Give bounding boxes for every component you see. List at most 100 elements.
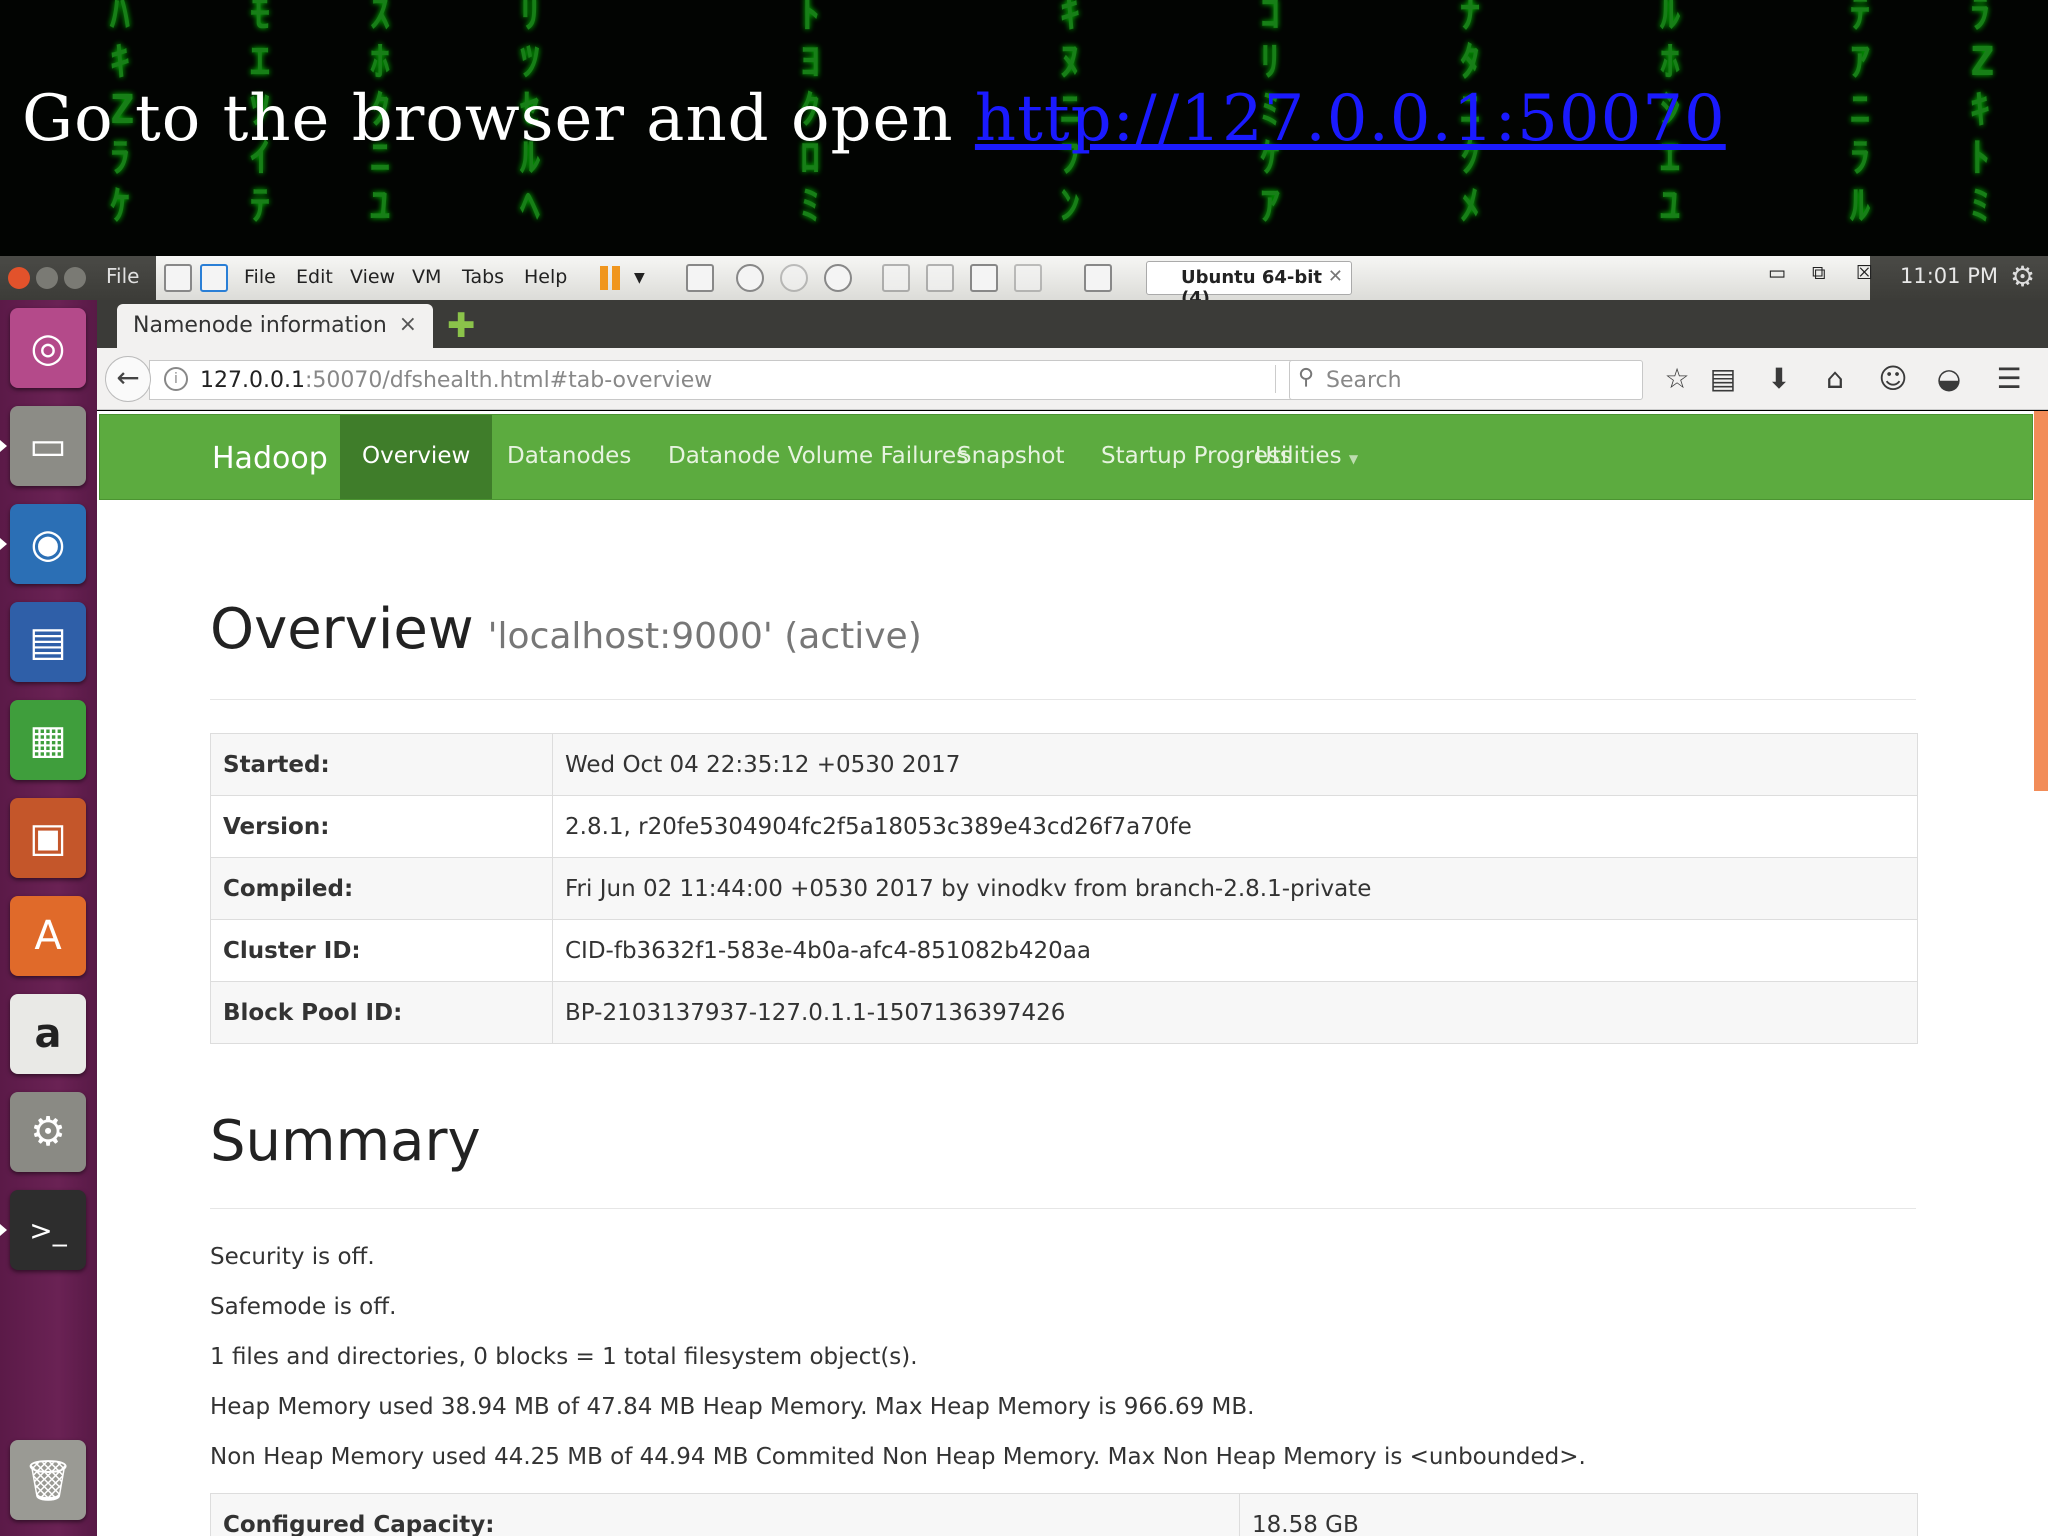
browser-tab-title: Namenode information xyxy=(133,313,387,338)
summary-line: Safemode is off. xyxy=(210,1294,397,1320)
nav-tab-volume-failures[interactable]: Datanode Volume Failures xyxy=(668,443,968,469)
table-row: Version: 2.8.1, r20fe5304904fc2f5a18053c… xyxy=(210,795,1918,858)
slide-title: Go to the browser and open http://127.0.… xyxy=(22,82,1726,156)
vm-menu-help[interactable]: Help xyxy=(524,266,567,288)
new-tab-icon[interactable]: ✚ xyxy=(447,306,476,346)
terminal-icon[interactable]: >_ xyxy=(10,1190,86,1270)
overview-table: Started: Wed Oct 04 22:35:12 +0530 2017 … xyxy=(210,733,1918,1044)
row-key: Configured Capacity: xyxy=(210,1493,1240,1536)
running-indicator xyxy=(0,538,7,550)
software-center-icon[interactable]: A xyxy=(10,896,86,976)
send-ctrl-alt-del-icon[interactable] xyxy=(686,264,714,292)
page-content: Hadoop Overview Datanodes Datanode Volum… xyxy=(97,411,2048,1536)
vm-unity-icon[interactable] xyxy=(200,264,228,292)
row-value: CID-fb3632f1-583e-4b0a-afc4-851082b420aa xyxy=(552,919,1918,982)
settings-icon[interactable]: ⚙ xyxy=(10,1092,86,1172)
table-row: Configured Capacity: 18.58 GB xyxy=(210,1493,1918,1536)
trash-icon[interactable]: 🗑 xyxy=(10,1440,86,1520)
chat-icon[interactable]: ☺ xyxy=(1875,362,1911,395)
row-key: Version: xyxy=(210,795,553,858)
vm-menu-edit[interactable]: Edit xyxy=(296,266,333,288)
close-icon[interactable]: ✕ xyxy=(1328,266,1343,287)
table-row: Started: Wed Oct 04 22:35:12 +0530 2017 xyxy=(210,733,1918,796)
search-placeholder: Search xyxy=(1326,368,1402,393)
nav-tab-utilities[interactable]: Utilities ▼ xyxy=(1255,443,1358,469)
row-value: Wed Oct 04 22:35:12 +0530 2017 xyxy=(552,733,1918,796)
vm-menu-view[interactable]: View xyxy=(350,266,395,288)
row-value: 18.58 GB xyxy=(1239,1493,1918,1536)
restore-icon[interactable]: ⧉ xyxy=(1812,262,1826,284)
minimize-icon[interactable]: ▭ xyxy=(1768,262,1786,284)
nav-tab-snapshot[interactable]: Snapshot xyxy=(957,443,1065,469)
gear-icon[interactable]: ⚙ xyxy=(2010,260,2035,293)
snapshot-manager-icon[interactable] xyxy=(824,264,852,292)
ubuntu-dash-icon[interactable]: ◎ xyxy=(10,308,86,388)
menu-icon[interactable]: ☰ xyxy=(1991,362,2027,395)
navbar-brand[interactable]: Hadoop xyxy=(212,441,328,476)
ubuntu-launcher: ◎ ▭ ◉ ▤ ▦ ▣ A a ⚙ >_ 🗑 xyxy=(0,300,97,1536)
nav-tab-datanodes[interactable]: Datanodes xyxy=(507,443,631,469)
running-indicator xyxy=(0,440,7,452)
row-key: Started: xyxy=(210,733,553,796)
pause-icon[interactable] xyxy=(600,266,622,290)
vm-menu-vm[interactable]: VM xyxy=(412,266,441,288)
close-icon[interactable]: × xyxy=(399,312,417,337)
vmware-toolbar: File Edit View VM Tabs Help ▼ Ubuntu 64-… xyxy=(156,256,1873,309)
summary-line: Heap Memory used 38.94 MB of 47.84 MB He… xyxy=(210,1394,1255,1420)
vm-menu-tabs[interactable]: Tabs xyxy=(462,266,504,288)
bookmark-star-icon[interactable]: ☆ xyxy=(1659,362,1695,395)
slide-title-link[interactable]: http://127.0.0.1:50070 xyxy=(975,82,1726,156)
url-host: 127.0.0.1 xyxy=(200,368,305,393)
overview-title: Overview xyxy=(210,597,474,662)
window-close-button[interactable] xyxy=(8,267,30,289)
browser-tab-namenode[interactable]: Namenode information × xyxy=(117,304,433,348)
impress-icon[interactable]: ▣ xyxy=(10,798,86,878)
table-row: Cluster ID: CID-fb3632f1-583e-4b0a-afc4-… xyxy=(210,919,1918,982)
vm-tab-ubuntu[interactable]: Ubuntu 64-bit (4) ✕ xyxy=(1146,261,1352,309)
unity-mode-icon[interactable] xyxy=(1014,264,1042,292)
console-view-icon[interactable] xyxy=(1084,264,1112,292)
url-bar[interactable]: i 127.0.0.1:50070/dfshealth.html#tab-ove… xyxy=(149,360,1321,400)
writer-icon[interactable]: ▤ xyxy=(10,602,86,682)
search-icon: ⚲ xyxy=(1298,365,1315,390)
nav-tab-overview[interactable]: Overview xyxy=(340,415,493,499)
firefox-icon[interactable]: ◉ xyxy=(10,504,86,584)
row-key: Cluster ID: xyxy=(210,919,553,982)
host-file-menu[interactable]: File xyxy=(106,264,139,288)
back-button[interactable]: ← xyxy=(105,356,151,402)
revert-snapshot-icon[interactable] xyxy=(780,264,808,292)
snapshot-icon[interactable] xyxy=(736,264,764,292)
summary-line: Non Heap Memory used 44.25 MB of 44.94 M… xyxy=(210,1444,1586,1470)
amazon-icon[interactable]: a xyxy=(10,994,86,1074)
reading-list-icon[interactable]: ▤ xyxy=(1705,362,1741,395)
matrix-rain: ﾗ Z ｷ ﾄ ﾐ xyxy=(1970,0,1995,229)
caret-down-icon: ▼ xyxy=(1348,452,1359,466)
search-input[interactable]: ⚲ Search xyxy=(1289,360,1643,400)
window-maximize-button[interactable] xyxy=(64,267,86,289)
row-key: Compiled: xyxy=(210,857,553,920)
summary-line: 1 files and directories, 0 blocks = 1 to… xyxy=(210,1344,918,1370)
browser-nav-bar: i 127.0.0.1:50070/dfshealth.html#tab-ove… xyxy=(97,348,2048,410)
overview-heading: Overview 'localhost:9000' (active) xyxy=(210,597,922,662)
calc-icon[interactable]: ▦ xyxy=(10,700,86,780)
hadoop-navbar: Hadoop Overview Datanodes Datanode Volum… xyxy=(99,414,2033,500)
files-icon[interactable]: ▭ xyxy=(10,406,86,486)
url-path: :50070/dfshealth.html#tab-overview xyxy=(304,368,713,393)
row-value: 2.8.1, r20fe5304904fc2f5a18053c389e43cd2… xyxy=(552,795,1918,858)
fullscreen-icon[interactable] xyxy=(970,264,998,292)
overview-subtitle: 'localhost:9000' (active) xyxy=(487,616,922,657)
scrollbar[interactable] xyxy=(2034,411,2048,791)
download-icon[interactable]: ⬇ xyxy=(1761,362,1797,395)
close-icon[interactable]: ☒ xyxy=(1856,262,1873,284)
sidebar-toggle-icon[interactable] xyxy=(882,264,910,292)
window-minimize-button[interactable] xyxy=(36,267,58,289)
info-icon[interactable]: i xyxy=(164,367,188,391)
vm-menu-file[interactable]: File xyxy=(244,266,276,288)
thumbnail-bar-icon[interactable] xyxy=(926,264,954,292)
vm-pin-icon[interactable] xyxy=(164,264,192,292)
clock[interactable]: 11:01 PM xyxy=(1900,264,1998,288)
pocket-icon[interactable]: ◒ xyxy=(1931,362,1967,395)
chevron-down-icon[interactable]: ▼ xyxy=(634,270,645,286)
home-icon[interactable]: ⌂ xyxy=(1817,362,1853,395)
row-value: BP-2103137937-127.0.1.1-1507136397426 xyxy=(552,981,1918,1044)
